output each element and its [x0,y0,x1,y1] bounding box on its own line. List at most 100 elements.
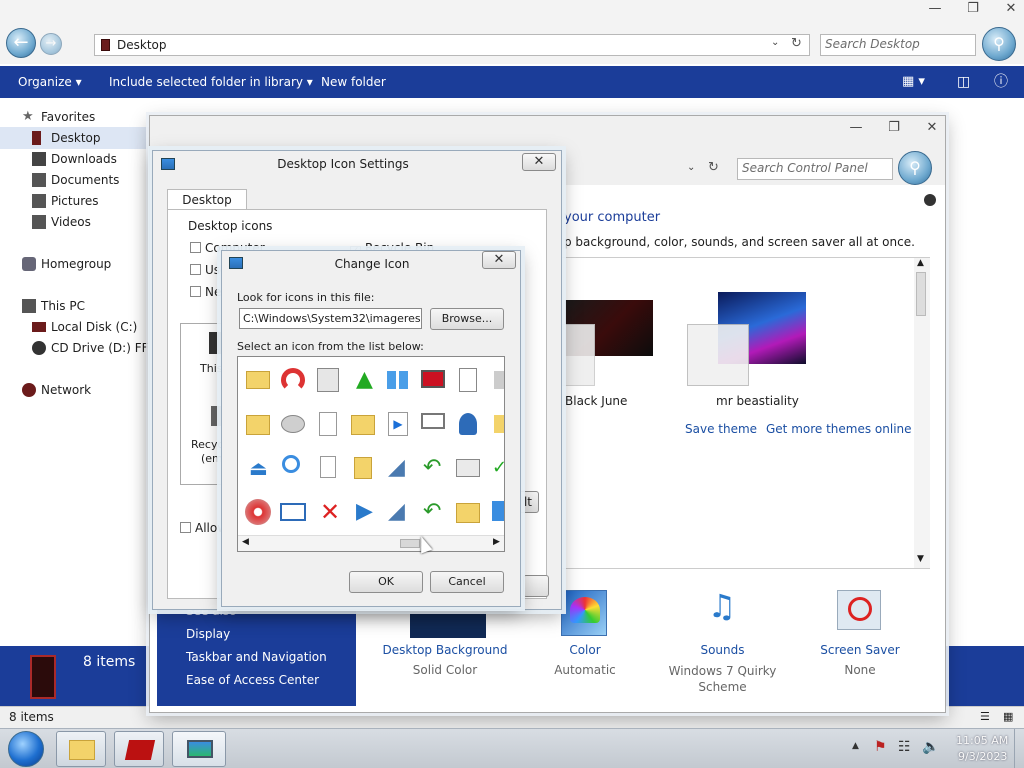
monitor-red-icon[interactable] [418,365,448,395]
disk-drive-icon[interactable] [278,409,308,439]
users-icon[interactable] [453,409,483,439]
cp-maximize-icon[interactable]: ❐ [875,119,913,137]
film-document-icon[interactable] [313,365,343,395]
magnifier-icon[interactable] [278,453,308,483]
projector-screen-icon[interactable] [418,409,448,439]
include-library-menu[interactable]: Include selected folder in library ▾ [109,66,313,98]
explorer-search-input[interactable]: Search Desktop [820,34,976,56]
undo-arrow-icon[interactable]: ↶ [418,453,448,483]
scroll-left-icon[interactable]: ◀ [242,537,249,547]
window-graphics-icon[interactable] [453,453,483,483]
partial-check-icon[interactable]: ✓ [488,453,504,483]
clock-date[interactable]: 9/3/2023 [958,750,1007,763]
dis-check-network[interactable]: Ne [190,285,221,299]
view-options-icon[interactable]: ▦ ▾ [902,66,925,98]
scroll-right-icon[interactable]: ▶ [493,537,500,547]
cp-help-icon[interactable] [924,194,936,206]
cp-minimize-icon[interactable]: — [837,119,875,137]
calendar-window-icon[interactable] [278,497,308,527]
tray-expand-icon[interactable]: ▲ [852,741,859,751]
address-dropdown-icon[interactable]: ⌄ [771,37,779,48]
taskbar-explorer-button[interactable] [56,731,106,767]
partial-icon[interactable] [488,365,504,395]
close-icon[interactable]: ✕ [992,0,1024,18]
ci-browse-button[interactable]: Browse... [430,308,504,330]
details-view-icon[interactable]: ☰ [980,710,990,723]
volume-icon[interactable]: 🔈 [922,739,939,755]
nav-documents[interactable]: Documents [32,170,119,190]
nav-network[interactable]: Network [22,380,91,400]
partial-icon-2[interactable] [488,409,504,439]
action-center-icon[interactable]: ⚑ [874,739,887,755]
dis-tab[interactable]: Desktop Icons [167,189,247,227]
clock-time[interactable]: 11:05 AM [956,734,1008,747]
minimize-icon[interactable]: — [916,0,954,18]
nav-this-pc[interactable]: This PC [22,296,85,316]
screen-saver-item[interactable]: Screen Saver None [810,586,910,696]
delete-x-icon[interactable]: ✕ [313,497,343,527]
triangle-arrow-icon[interactable]: ◢ [383,497,413,527]
scroll-down-icon[interactable]: ▼ [917,554,924,564]
ci-file-path-input[interactable]: C:\Windows\System32\imageres.dll [239,308,422,329]
nav-homegroup[interactable]: Homegroup [22,254,111,274]
ci-icon-list[interactable]: ▲ ▶ ⏏ ◢ ↶ ✓ ✕ ▶ ◢ ↶ ◀ ▶ [237,356,505,552]
maximize-icon[interactable]: ❐ [954,0,992,18]
large-icons-view-icon[interactable]: ▦ [1003,710,1013,723]
nav-desktop[interactable]: Desktop [32,128,101,148]
network-tray-icon[interactable]: ☷ [898,739,911,755]
nav-favorites[interactable]: ★ Favorites [22,107,95,127]
taskbar-personalize-button[interactable] [172,731,226,767]
play-arrow-icon[interactable]: ▶ [348,497,378,527]
address-bar[interactable]: Desktop ⌄ ↻ [94,34,810,56]
cp-search-icon[interactable]: ⚲ [898,151,932,185]
nav-downloads[interactable]: Downloads [32,149,117,169]
folder-tiles-icon[interactable] [243,409,273,439]
scroll-thumb[interactable] [916,272,926,316]
document-edit-icon[interactable] [453,365,483,395]
dis-apply-button[interactable] [523,575,549,597]
dis-allow-themes[interactable]: Allow [180,521,227,535]
dis-icon-preview-list[interactable]: This Recyc (emp [180,323,230,485]
nav-pictures[interactable]: Pictures [32,191,99,211]
show-desktop-button[interactable] [1014,729,1024,768]
ci-cancel-button[interactable]: Cancel [430,571,504,593]
taskbar-app-button[interactable] [114,731,164,767]
ci-close-button[interactable]: ✕ [482,251,516,269]
eject-icon[interactable]: ⏏ [243,453,273,483]
scroll-up-icon[interactable]: ▲ [917,258,924,268]
blank-document-icon[interactable] [313,409,343,439]
nav-videos[interactable]: Videos [32,212,91,232]
tiles-back-arrow-icon[interactable]: ↶ [418,497,448,527]
start-button[interactable] [8,731,44,767]
refresh-icon[interactable]: ↻ [791,36,802,51]
page-icon[interactable] [313,453,343,483]
cp-close-icon[interactable]: ✕ [913,119,951,137]
cp-refresh-icon[interactable]: ↻ [708,160,719,175]
dis-close-button[interactable]: ✕ [522,153,556,171]
theme-list-scrollbar[interactable]: ▲ ▼ [914,258,930,568]
ease-of-access-link[interactable]: Ease of Access Center [186,673,319,687]
refresh-red-icon[interactable] [278,365,308,395]
search-icon[interactable]: ⚲ [982,27,1016,61]
back-button[interactable]: ← [6,28,36,58]
upload-arrow-icon[interactable]: ▲ [348,365,378,395]
sounds-item[interactable]: ♫ Sounds Windows 7 Quirky Scheme [665,586,780,696]
document-upload-icon[interactable] [348,453,378,483]
theme-black-june[interactable]: Black June [551,258,681,408]
folder-icon[interactable] [243,365,273,395]
folder-clock-icon[interactable] [453,497,483,527]
forward-button[interactable]: → [40,33,62,55]
cp-search-input[interactable]: Search Control Panel [737,158,893,180]
preview-pane-icon[interactable]: ◫ [957,66,970,98]
help-icon[interactable]: ⓘ [994,66,1008,98]
cd-disc-icon[interactable] [243,497,273,527]
taskbar-navigation-link[interactable]: Taskbar and Navigation [186,650,327,664]
cp-address-dropdown-icon[interactable]: ⌄ [687,162,695,173]
get-more-themes-link[interactable]: Get more themes online [766,422,912,436]
theme-mr-beastiality[interactable]: mr beastiality [687,258,819,408]
triangle-icon[interactable]: ◢ [383,453,413,483]
organize-menu[interactable]: Organize ▾ [18,66,82,98]
save-theme-link[interactable]: Save theme [685,422,757,436]
media-play-document-icon[interactable]: ▶ [383,409,413,439]
nav-local-disk[interactable]: Local Disk (C:) [32,317,137,337]
